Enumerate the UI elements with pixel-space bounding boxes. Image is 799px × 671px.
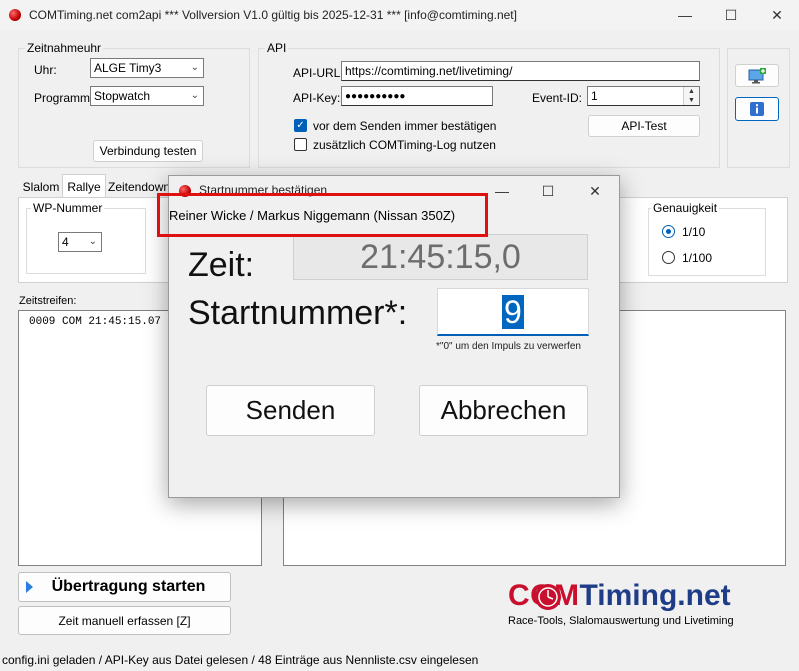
startnummer-hint: *"0" um den Impuls zu verwerfen (436, 341, 581, 352)
programm-label: Programm: (34, 91, 94, 105)
api-url-label: API-URL: (293, 66, 344, 80)
monitor-add-icon (748, 67, 766, 83)
zeit-display: 21:45:15,0 (293, 234, 588, 280)
app-icon (9, 9, 21, 21)
uebertragung-starten-label: Übertragung starten (51, 578, 206, 595)
startnummer-input[interactable]: 9 (437, 288, 589, 336)
programm-select-value: Stopwatch (94, 89, 151, 103)
event-id-value: 1 (591, 89, 598, 103)
list-item[interactable]: 0009 COM 21:45:15.07 (29, 316, 161, 328)
spinner-arrows-icon[interactable]: ▲ ▼ (683, 87, 699, 105)
log-checkbox[interactable] (294, 138, 307, 151)
logo-timing-text: Timing.net (579, 579, 731, 612)
genauigkeit-group (648, 208, 766, 276)
dialog-maximize-button[interactable]: ☐ (525, 176, 571, 206)
genauigkeit-label: Genauigkeit (651, 201, 720, 215)
info-button[interactable] (735, 97, 779, 121)
play-icon (26, 581, 33, 593)
window-title: COMTiming.net com2api *** Vollversion V1… (29, 8, 517, 22)
confirm-label: vor dem Senden immer bestätigen (313, 119, 497, 133)
wp-nummer-select[interactable]: 4 ⌄ (58, 232, 102, 252)
api-key-label: API-Key: (293, 91, 341, 105)
radio-1-100[interactable] (662, 251, 675, 264)
verbindung-testen-button[interactable]: Verbindung testen (93, 140, 203, 162)
api-test-button[interactable]: API-Test (588, 115, 700, 137)
radio-1-10[interactable] (662, 225, 675, 238)
close-button[interactable]: ✕ (754, 0, 799, 30)
chevron-down-icon: ⌄ (190, 90, 199, 101)
monitor-add-button[interactable] (735, 64, 779, 87)
api-url-input[interactable]: https://comtiming.net/livetiming/ (341, 61, 700, 81)
radio-1-10-label: 1/10 (682, 225, 706, 239)
api-key-input[interactable]: ●●●●●●●●●● (341, 86, 493, 106)
zeit-manuell-button[interactable]: Zeit manuell erfassen [Z] (18, 606, 231, 635)
startnummer-value: 9 (502, 294, 524, 330)
uebertragung-starten-button[interactable]: Übertragung starten (18, 572, 231, 602)
tab-rallye[interactable]: Rallye (62, 174, 106, 198)
event-id-spinner[interactable]: 1 ▲ ▼ (587, 86, 700, 106)
status-text: config.ini geladen / API-Key aus Datei g… (2, 653, 479, 667)
programm-select[interactable]: Stopwatch ⌄ (90, 86, 204, 106)
abbrechen-button[interactable]: Abbrechen (419, 385, 588, 436)
zeit-label: Zeit: (188, 246, 255, 284)
stopwatch-logo-icon (535, 584, 561, 610)
maximize-button[interactable]: ☐ (708, 0, 754, 30)
minimize-button[interactable]: — (662, 0, 708, 30)
status-bar: config.ini geladen / API-Key aus Datei g… (0, 649, 799, 671)
tab-slalom[interactable]: Slalom (20, 177, 62, 197)
api-group-label: API (265, 41, 289, 55)
senden-button[interactable]: Senden (206, 385, 375, 436)
zeitstreifen-label: Zeitstreifen: (19, 295, 77, 307)
wp-nummer-label: WP-Nummer (31, 201, 105, 215)
event-id-label: Event-ID: (532, 91, 583, 105)
uhr-label: Uhr: (34, 63, 57, 77)
info-icon (750, 102, 764, 116)
uhr-select-value: ALGE Timy3 (94, 61, 162, 75)
uhr-select[interactable]: ALGE Timy3 ⌄ (90, 58, 204, 78)
radio-1-100-label: 1/100 (682, 251, 713, 265)
dialog-close-button[interactable]: ✕ (571, 176, 619, 206)
zeitnahmeuhr-group-label: Zeitnahmeuhr (25, 41, 104, 55)
confirm-checkbox[interactable]: ✓ (294, 119, 307, 132)
log-label: zusätzlich COMTiming-Log nutzen (313, 138, 496, 152)
logo-tagline: Race-Tools, Slalomauswertung und Livetim… (508, 615, 734, 627)
startnummer-label: Startnummer*: (188, 294, 408, 332)
wp-nummer-value: 4 (62, 235, 69, 249)
chevron-down-icon: ⌄ (88, 236, 97, 247)
highlight-frame (157, 193, 488, 237)
chevron-down-icon: ⌄ (190, 62, 199, 73)
